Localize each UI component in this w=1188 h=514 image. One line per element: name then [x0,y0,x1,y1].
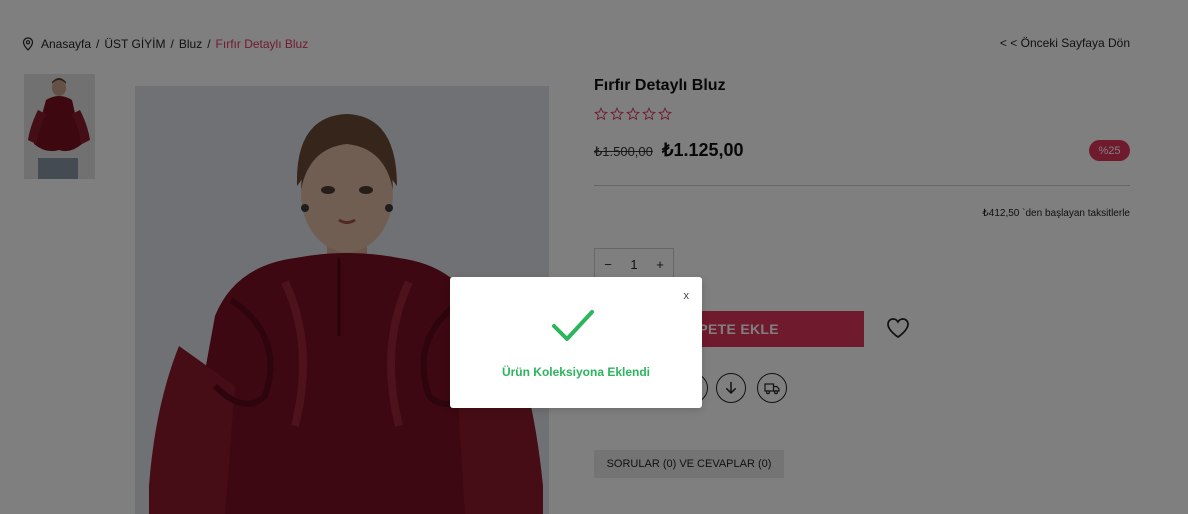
modal-overlay[interactable] [0,0,1188,514]
modal-close-button[interactable]: x [684,291,690,302]
modal-message: Ürün Koleksiyona Eklendi [501,365,651,379]
collection-added-modal: x Ürün Koleksiyona Eklendi [450,277,702,408]
checkmark-icon [552,310,594,341]
